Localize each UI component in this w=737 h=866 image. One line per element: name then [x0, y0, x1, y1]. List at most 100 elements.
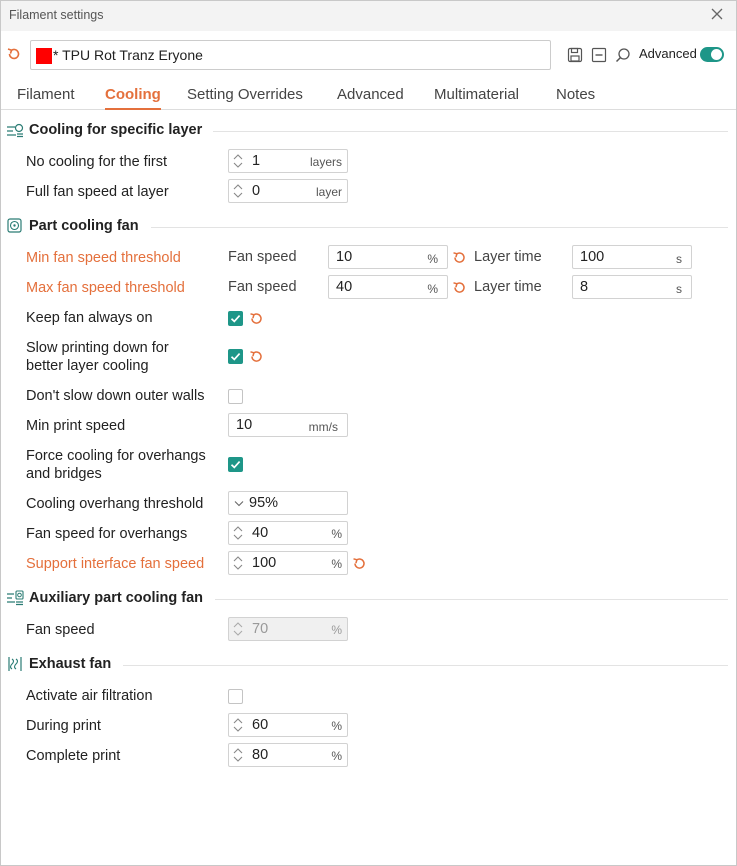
tab-notes[interactable]: Notes [556, 86, 595, 103]
preset-selector[interactable]: * TPU Rot Tranz Eryone [30, 40, 551, 70]
stepper-arrows-icon[interactable] [232, 554, 244, 572]
slow-down-checkbox[interactable] [228, 349, 243, 364]
stepper-value: 60 [252, 717, 269, 733]
input-value: 100 [580, 249, 605, 265]
tab-filament[interactable]: Filament [17, 86, 75, 103]
input-unit: % [427, 252, 438, 266]
checkmark-icon [230, 461, 241, 469]
input-unit: s [676, 282, 682, 296]
checkmark-icon [230, 353, 241, 361]
stepper-arrows-icon[interactable] [232, 746, 244, 764]
input-unit: % [427, 282, 438, 296]
keep-fan-on-checkbox[interactable] [228, 311, 243, 326]
advanced-label: Advanced [639, 46, 697, 61]
stepper-unit: % [331, 719, 342, 733]
min-fan-threshold-label: Min fan speed threshold [26, 250, 181, 266]
force-cooling-label-line2: and bridges [26, 466, 102, 482]
reset-icon[interactable] [452, 250, 467, 265]
min-fan-speed-input[interactable]: 10 % [328, 245, 448, 269]
min-layer-time-input[interactable]: 100 s [572, 245, 692, 269]
min-fan-speed-label: Fan speed [228, 249, 297, 265]
section-exhaust-fan: Exhaust fan [1, 653, 736, 675]
overhang-threshold-label: Cooling overhang threshold [26, 496, 204, 512]
no-cooling-layers-stepper[interactable]: 1 layers [228, 149, 348, 173]
force-cooling-label: Force cooling for overhangs and bridges [26, 447, 206, 483]
window-title: Filament settings [9, 8, 104, 22]
no-slow-outer-walls-checkbox[interactable] [228, 389, 243, 404]
slow-down-label: Slow printing down for better layer cool… [26, 339, 169, 375]
max-layer-time-input[interactable]: 8 s [572, 275, 692, 299]
preset-name: * TPU Rot Tranz Eryone [53, 47, 203, 63]
stepper-arrows-icon[interactable] [232, 152, 244, 170]
max-layer-time-label: Layer time [474, 279, 542, 295]
section-auxiliary-fan: Auxiliary part cooling fan [1, 587, 736, 609]
air-filtration-checkbox[interactable] [228, 689, 243, 704]
section-divider [215, 599, 728, 600]
min-print-speed-input[interactable]: 10 mm/s [228, 413, 348, 437]
section-cooling-specific-layer: Cooling for specific layer [1, 119, 736, 141]
fan-overhangs-label: Fan speed for overhangs [26, 526, 188, 542]
input-value: 10 [236, 417, 253, 433]
keep-fan-on-label: Keep fan always on [26, 310, 153, 326]
stepper-value: 0 [252, 183, 261, 199]
during-print-stepper[interactable]: 60 % [228, 713, 348, 737]
force-cooling-label-line1: Force cooling for overhangs [26, 448, 206, 464]
section-title: Cooling for specific layer [29, 122, 203, 138]
chevron-down-icon[interactable] [234, 500, 244, 507]
stepper-value: 40 [252, 525, 269, 541]
stepper-arrows-icon [233, 622, 243, 636]
remove-preset-icon[interactable] [591, 47, 607, 63]
section-divider [151, 227, 728, 228]
full-fan-speed-layer-stepper[interactable]: 0 layer [228, 179, 348, 203]
min-layer-time-label: Layer time [474, 249, 542, 265]
reset-icon[interactable] [352, 556, 367, 571]
slow-down-label-line1: Slow printing down for [26, 340, 169, 356]
close-icon[interactable] [708, 5, 726, 23]
reset-icon[interactable] [249, 349, 264, 364]
toggle-knob [711, 49, 722, 60]
overhang-threshold-select[interactable]: 95% [228, 491, 348, 515]
aux-fan-speed-stepper: 70 % [228, 617, 348, 641]
support-interface-fan-stepper[interactable]: 100 % [228, 551, 348, 575]
stepper-value: 70 [252, 621, 269, 637]
stepper-arrows-icon[interactable] [232, 524, 244, 542]
tab-bar: Filament Cooling Setting Overrides Advan… [1, 81, 736, 110]
advanced-toggle[interactable] [700, 47, 724, 62]
select-value: 95% [249, 495, 279, 511]
section-divider [213, 131, 728, 132]
reset-preset-icon[interactable] [6, 46, 22, 62]
no-slow-outer-walls-label: Don't slow down outer walls [26, 388, 205, 404]
section-title: Part cooling fan [29, 218, 139, 234]
input-value: 40 [336, 279, 353, 295]
input-value: 10 [336, 249, 353, 265]
checkmark-icon [230, 315, 241, 323]
section-part-cooling-fan: Part cooling fan [1, 215, 736, 237]
complete-print-label: Complete print [26, 748, 121, 764]
stepper-value: 1 [252, 153, 261, 169]
save-icon[interactable] [567, 47, 583, 63]
auxiliary-fan-icon [7, 590, 24, 606]
stepper-unit: % [331, 527, 342, 541]
stepper-unit: layer [315, 185, 342, 199]
fan-overhangs-stepper[interactable]: 40 % [228, 521, 348, 545]
search-icon[interactable] [615, 47, 631, 63]
tab-advanced[interactable]: Advanced [337, 86, 404, 103]
reset-icon[interactable] [249, 311, 264, 326]
stepper-arrows-icon[interactable] [232, 182, 244, 200]
tab-multimaterial[interactable]: Multimaterial [434, 86, 519, 103]
tab-setting-overrides[interactable]: Setting Overrides [187, 86, 303, 103]
cooling-layer-icon [7, 123, 24, 138]
stepper-unit: % [331, 749, 342, 763]
max-fan-speed-input[interactable]: 40 % [328, 275, 448, 299]
tab-cooling[interactable]: Cooling [105, 86, 161, 110]
stepper-unit: layers [309, 155, 342, 169]
reset-icon[interactable] [452, 280, 467, 295]
complete-print-stepper[interactable]: 80 % [228, 743, 348, 767]
full-fan-speed-label: Full fan speed at layer [26, 184, 169, 200]
force-cooling-checkbox[interactable] [228, 457, 243, 472]
title-bar: Filament settings [1, 1, 736, 31]
fan-icon [7, 218, 22, 233]
support-interface-fan-label: Support interface fan speed [26, 556, 205, 572]
stepper-unit: % [331, 557, 342, 571]
stepper-arrows-icon[interactable] [232, 716, 244, 734]
